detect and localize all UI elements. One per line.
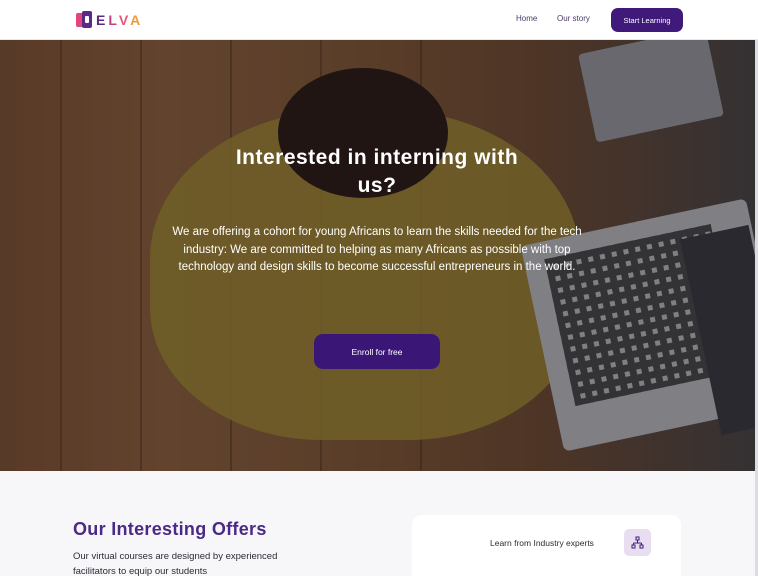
landing-page: ELVA Home Our story Start Learning Inter… — [0, 0, 758, 576]
nav-our-story-link[interactable]: Our story — [557, 14, 590, 23]
brand-logo[interactable]: ELVA — [76, 10, 143, 30]
network-icon — [624, 529, 651, 556]
logo-wordmark: ELVA — [96, 12, 144, 28]
offers-description: Our virtual courses are designed by expe… — [73, 551, 278, 576]
hero-title: Interested in interning with us? — [235, 146, 519, 197]
hero-section: Interested in interning with us? We are … — [0, 40, 755, 471]
nav-home-link[interactable]: Home — [516, 14, 537, 23]
start-learning-button[interactable]: Start Learning — [611, 8, 683, 32]
hero-description: We are offering a cohort for young Afric… — [172, 226, 582, 273]
top-navbar: ELVA Home Our story Start Learning — [0, 0, 758, 40]
logo-mark-icon — [76, 11, 92, 29]
offers-heading: Our Interesting Offers — [73, 519, 267, 539]
offer-card-label: Learn from Industry experts — [490, 538, 594, 548]
enroll-button[interactable]: Enroll for free — [314, 334, 440, 369]
